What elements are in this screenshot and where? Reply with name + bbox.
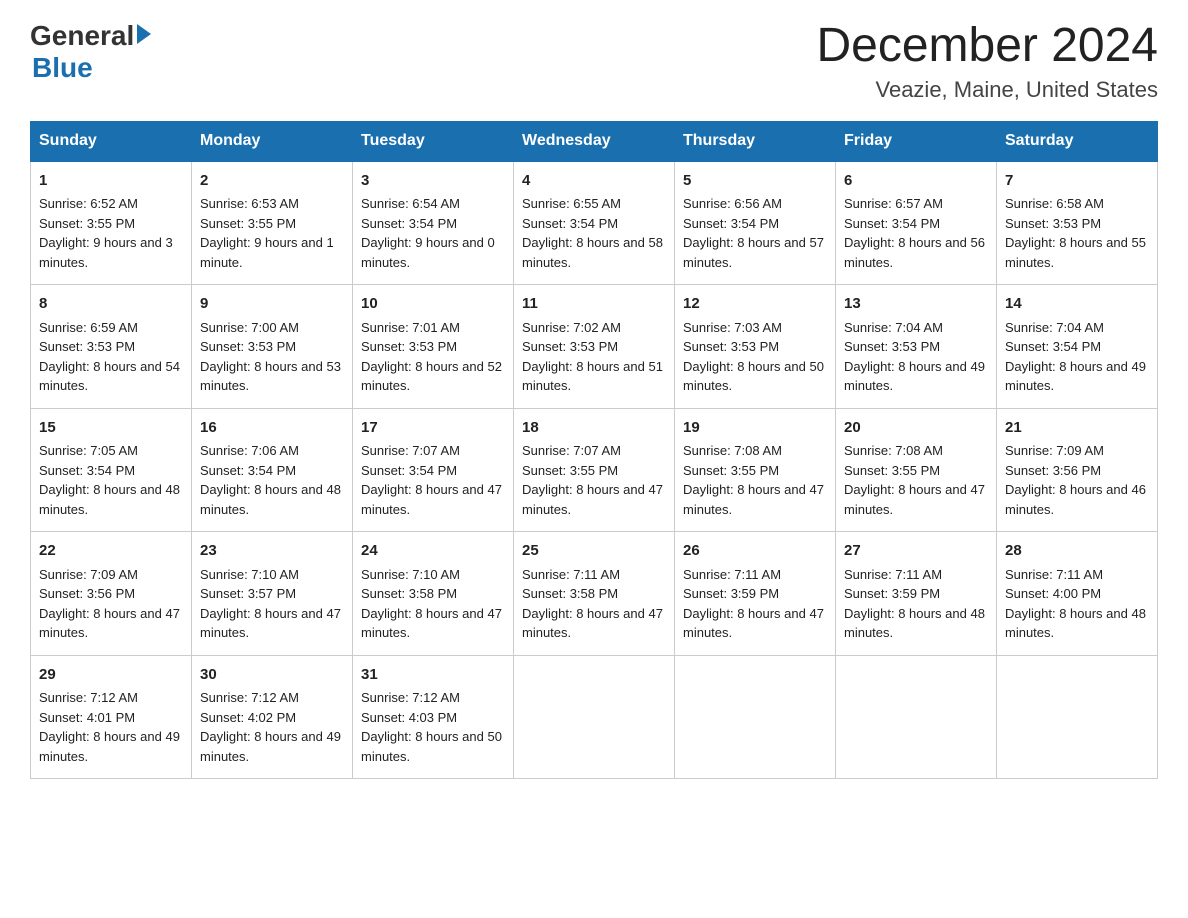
day-number: 19	[683, 417, 827, 440]
day-number: 3	[361, 170, 505, 193]
calendar-cell: 11Sunrise: 7:02 AMSunset: 3:53 PMDayligh…	[514, 285, 675, 409]
day-number: 24	[361, 540, 505, 563]
day-number: 29	[39, 664, 183, 687]
calendar-week-3: 15Sunrise: 7:05 AMSunset: 3:54 PMDayligh…	[31, 408, 1158, 532]
header-row: SundayMondayTuesdayWednesdayThursdayFrid…	[31, 121, 1158, 161]
calendar-cell: 21Sunrise: 7:09 AMSunset: 3:56 PMDayligh…	[997, 408, 1158, 532]
calendar-cell: 6Sunrise: 6:57 AMSunset: 3:54 PMDaylight…	[836, 161, 997, 285]
day-number: 10	[361, 293, 505, 316]
calendar-cell: 3Sunrise: 6:54 AMSunset: 3:54 PMDaylight…	[353, 161, 514, 285]
logo-blue-text: Blue	[32, 52, 151, 84]
calendar-cell: 15Sunrise: 7:05 AMSunset: 3:54 PMDayligh…	[31, 408, 192, 532]
calendar-cell: 18Sunrise: 7:07 AMSunset: 3:55 PMDayligh…	[514, 408, 675, 532]
day-number: 31	[361, 664, 505, 687]
day-number: 14	[1005, 293, 1149, 316]
day-number: 17	[361, 417, 505, 440]
day-number: 13	[844, 293, 988, 316]
calendar-cell: 1Sunrise: 6:52 AMSunset: 3:55 PMDaylight…	[31, 161, 192, 285]
calendar-week-4: 22Sunrise: 7:09 AMSunset: 3:56 PMDayligh…	[31, 532, 1158, 656]
day-number: 6	[844, 170, 988, 193]
day-number: 2	[200, 170, 344, 193]
calendar-cell: 16Sunrise: 7:06 AMSunset: 3:54 PMDayligh…	[192, 408, 353, 532]
day-number: 28	[1005, 540, 1149, 563]
calendar-cell: 14Sunrise: 7:04 AMSunset: 3:54 PMDayligh…	[997, 285, 1158, 409]
calendar-cell: 19Sunrise: 7:08 AMSunset: 3:55 PMDayligh…	[675, 408, 836, 532]
page-header: General Blue December 2024 Veazie, Maine…	[30, 20, 1158, 103]
calendar-cell: 4Sunrise: 6:55 AMSunset: 3:54 PMDaylight…	[514, 161, 675, 285]
calendar-cell: 27Sunrise: 7:11 AMSunset: 3:59 PMDayligh…	[836, 532, 997, 656]
calendar-cell: 13Sunrise: 7:04 AMSunset: 3:53 PMDayligh…	[836, 285, 997, 409]
day-number: 26	[683, 540, 827, 563]
calendar-cell: 29Sunrise: 7:12 AMSunset: 4:01 PMDayligh…	[31, 655, 192, 779]
day-number: 25	[522, 540, 666, 563]
day-number: 12	[683, 293, 827, 316]
day-number: 30	[200, 664, 344, 687]
calendar-table: SundayMondayTuesdayWednesdayThursdayFrid…	[30, 121, 1158, 780]
calendar-title: December 2024	[816, 20, 1158, 73]
day-number: 4	[522, 170, 666, 193]
day-number: 27	[844, 540, 988, 563]
day-number: 23	[200, 540, 344, 563]
day-number: 7	[1005, 170, 1149, 193]
calendar-cell	[675, 655, 836, 779]
header-cell-friday: Friday	[836, 121, 997, 161]
header-cell-wednesday: Wednesday	[514, 121, 675, 161]
day-number: 5	[683, 170, 827, 193]
header-cell-saturday: Saturday	[997, 121, 1158, 161]
calendar-cell: 24Sunrise: 7:10 AMSunset: 3:58 PMDayligh…	[353, 532, 514, 656]
calendar-header: SundayMondayTuesdayWednesdayThursdayFrid…	[31, 121, 1158, 161]
calendar-week-1: 1Sunrise: 6:52 AMSunset: 3:55 PMDaylight…	[31, 161, 1158, 285]
header-cell-monday: Monday	[192, 121, 353, 161]
day-number: 15	[39, 417, 183, 440]
calendar-cell	[997, 655, 1158, 779]
calendar-subtitle: Veazie, Maine, United States	[816, 77, 1158, 103]
calendar-cell: 20Sunrise: 7:08 AMSunset: 3:55 PMDayligh…	[836, 408, 997, 532]
calendar-cell: 22Sunrise: 7:09 AMSunset: 3:56 PMDayligh…	[31, 532, 192, 656]
calendar-cell: 9Sunrise: 7:00 AMSunset: 3:53 PMDaylight…	[192, 285, 353, 409]
calendar-week-5: 29Sunrise: 7:12 AMSunset: 4:01 PMDayligh…	[31, 655, 1158, 779]
calendar-cell: 2Sunrise: 6:53 AMSunset: 3:55 PMDaylight…	[192, 161, 353, 285]
calendar-cell: 25Sunrise: 7:11 AMSunset: 3:58 PMDayligh…	[514, 532, 675, 656]
calendar-body: 1Sunrise: 6:52 AMSunset: 3:55 PMDaylight…	[31, 161, 1158, 779]
calendar-cell: 28Sunrise: 7:11 AMSunset: 4:00 PMDayligh…	[997, 532, 1158, 656]
calendar-cell	[514, 655, 675, 779]
logo-general-text: General	[30, 20, 134, 52]
day-number: 22	[39, 540, 183, 563]
calendar-cell: 26Sunrise: 7:11 AMSunset: 3:59 PMDayligh…	[675, 532, 836, 656]
logo-arrow-icon	[137, 24, 151, 44]
calendar-cell: 31Sunrise: 7:12 AMSunset: 4:03 PMDayligh…	[353, 655, 514, 779]
logo: General Blue	[30, 20, 151, 84]
calendar-cell: 7Sunrise: 6:58 AMSunset: 3:53 PMDaylight…	[997, 161, 1158, 285]
calendar-cell: 8Sunrise: 6:59 AMSunset: 3:53 PMDaylight…	[31, 285, 192, 409]
title-block: December 2024 Veazie, Maine, United Stat…	[816, 20, 1158, 103]
calendar-cell: 30Sunrise: 7:12 AMSunset: 4:02 PMDayligh…	[192, 655, 353, 779]
day-number: 1	[39, 170, 183, 193]
day-number: 11	[522, 293, 666, 316]
calendar-cell: 23Sunrise: 7:10 AMSunset: 3:57 PMDayligh…	[192, 532, 353, 656]
header-cell-thursday: Thursday	[675, 121, 836, 161]
header-cell-tuesday: Tuesday	[353, 121, 514, 161]
day-number: 16	[200, 417, 344, 440]
day-number: 9	[200, 293, 344, 316]
calendar-week-2: 8Sunrise: 6:59 AMSunset: 3:53 PMDaylight…	[31, 285, 1158, 409]
calendar-cell: 5Sunrise: 6:56 AMSunset: 3:54 PMDaylight…	[675, 161, 836, 285]
day-number: 8	[39, 293, 183, 316]
calendar-cell	[836, 655, 997, 779]
day-number: 18	[522, 417, 666, 440]
calendar-cell: 17Sunrise: 7:07 AMSunset: 3:54 PMDayligh…	[353, 408, 514, 532]
day-number: 20	[844, 417, 988, 440]
calendar-cell: 10Sunrise: 7:01 AMSunset: 3:53 PMDayligh…	[353, 285, 514, 409]
calendar-cell: 12Sunrise: 7:03 AMSunset: 3:53 PMDayligh…	[675, 285, 836, 409]
day-number: 21	[1005, 417, 1149, 440]
header-cell-sunday: Sunday	[31, 121, 192, 161]
